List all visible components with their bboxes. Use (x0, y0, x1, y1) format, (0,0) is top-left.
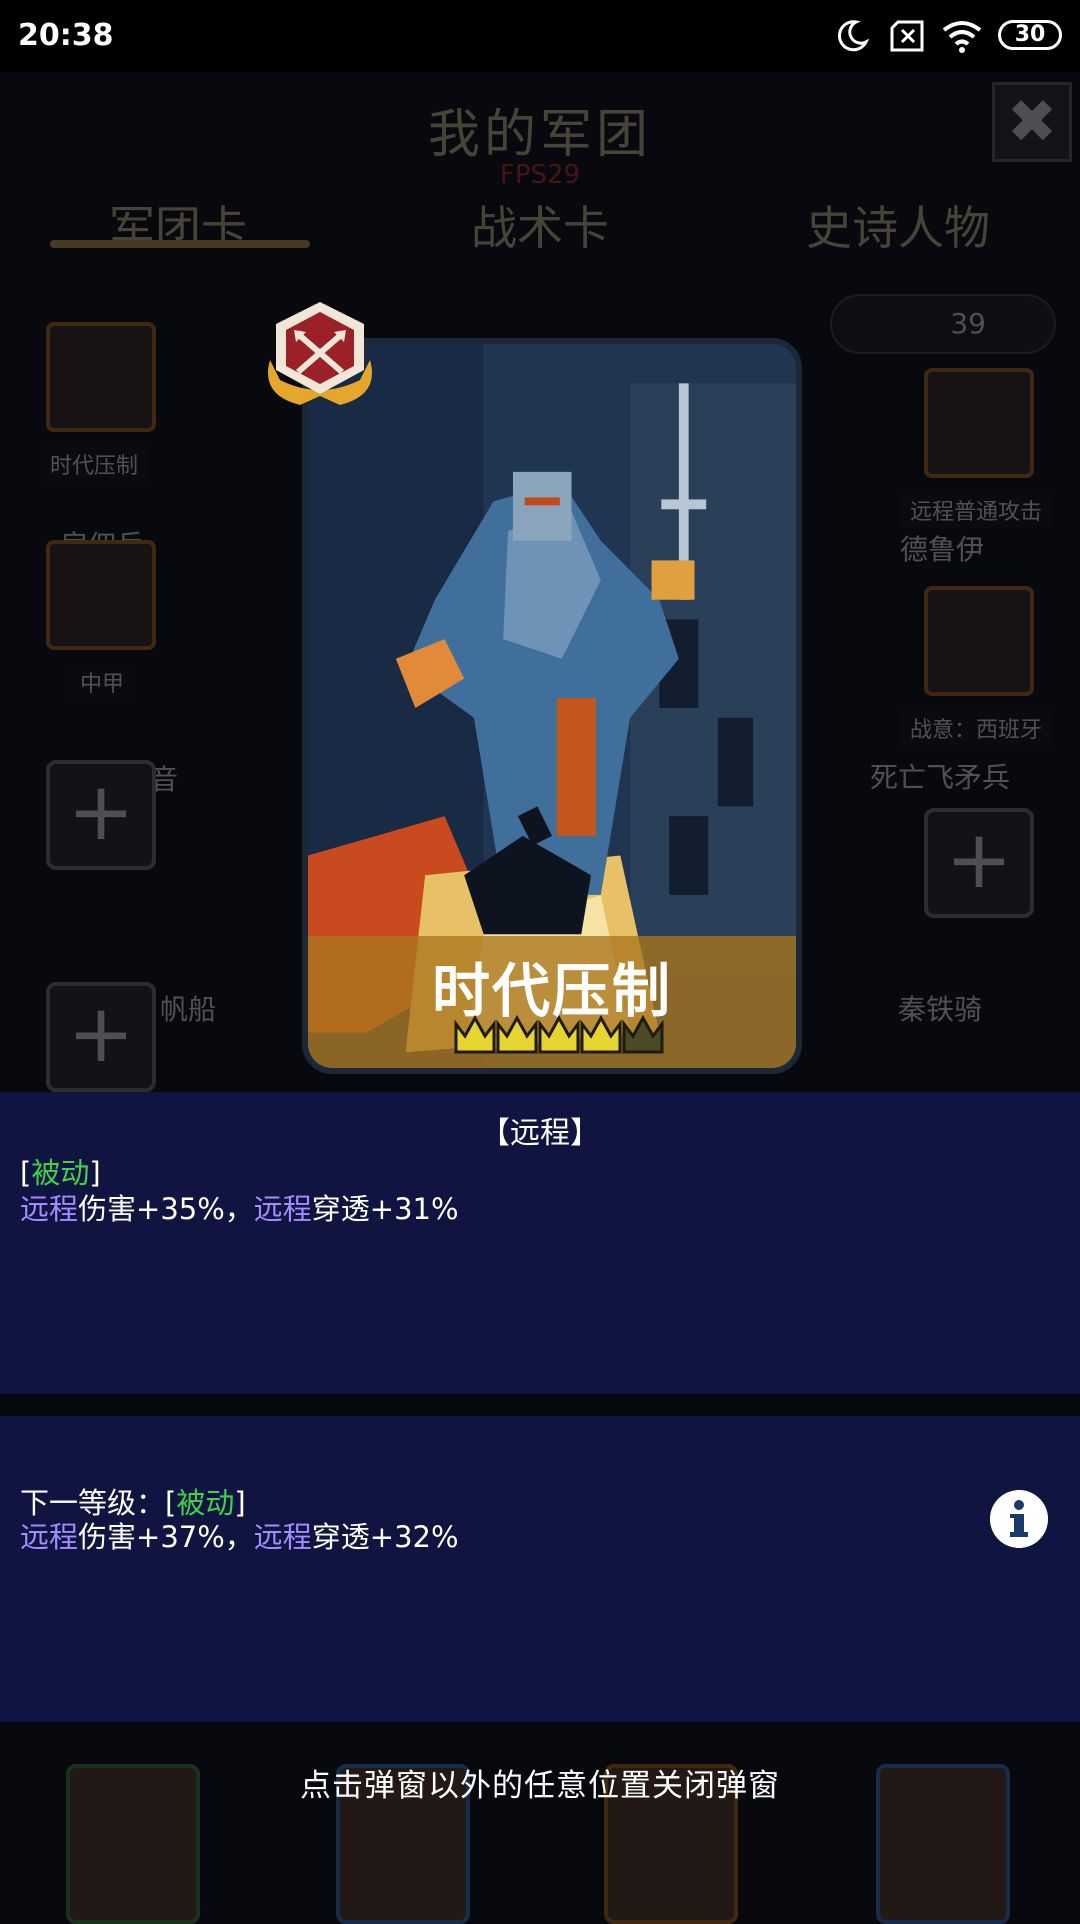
crown-filled-icon (580, 1014, 622, 1054)
card-detail: 时代压制 (302, 338, 802, 1074)
slot-label: 德鲁伊 (900, 533, 985, 566)
moon-icon (837, 20, 870, 52)
crown-filled-icon (538, 1014, 580, 1054)
slot-label: 帆船 (160, 993, 217, 1026)
add-slot-button[interactable]: + (46, 760, 156, 870)
fps-counter: FPS29 (499, 160, 581, 190)
slot-label: 秦铁骑 (898, 993, 983, 1026)
keyword-ranged: 远程 (20, 1192, 79, 1226)
bracket-open: [ (20, 1156, 32, 1190)
battery-icon: 30 (998, 20, 1062, 50)
slot-tag: 远程普通攻击 (900, 492, 1053, 528)
card-slot[interactable] (924, 586, 1034, 696)
close-hint: 点击弹窗以外的任意位置关闭弹窗 (300, 1768, 780, 1804)
info-icon[interactable] (990, 1490, 1048, 1548)
crown-empty-icon (622, 1014, 664, 1054)
card-slot[interactable] (924, 368, 1034, 478)
crown-filled-icon (454, 1014, 496, 1054)
next-effect-line: 远程伤害+37%，远程穿透+32% (20, 1514, 459, 1556)
slot-tag: 时代压制 (40, 446, 149, 482)
slot-tag: 战意：西班牙 (900, 710, 1053, 746)
effect-text: 穿透+31% (311, 1192, 459, 1226)
slot-tag: 中甲 (70, 664, 135, 700)
crown-filled-icon (496, 1014, 538, 1054)
tab-underline (50, 240, 310, 248)
keyword-ranged: 远程 (253, 1520, 312, 1554)
wifi-icon (942, 21, 982, 53)
tab-epic-characters[interactable]: 史诗人物 (738, 192, 1058, 258)
add-slot-button[interactable]: + (924, 808, 1034, 918)
slot-label: 死亡飞矛兵 (870, 761, 1011, 794)
close-icon[interactable]: ✖ (992, 82, 1072, 162)
page-title: 我的军团 (427, 105, 652, 165)
tab-legion-cards[interactable]: 军团卡 (18, 192, 338, 258)
ranged-type-badge-icon (268, 302, 372, 405)
sim-off-icon (890, 20, 924, 52)
card-type-label: 【远程】 (480, 1116, 600, 1151)
current-effect-line: 远程伤害+35%，远程穿透+31% (20, 1186, 459, 1228)
bracket-close: ] (89, 1156, 101, 1190)
star-rating (454, 1014, 664, 1054)
tab-tactic-cards[interactable]: 战术卡 (380, 192, 700, 258)
card-slot[interactable] (46, 540, 156, 650)
effect-text: 伤害+35%， (78, 1192, 254, 1226)
resource-counter: 39 (830, 294, 1056, 354)
status-time: 20:38 (18, 18, 114, 53)
keyword-ranged: 远程 (20, 1520, 79, 1554)
keyword-ranged: 远程 (253, 1192, 312, 1226)
effect-text: 穿透+32% (311, 1520, 459, 1554)
passive-tag: 被动 (31, 1156, 90, 1190)
next-level-panel (0, 1416, 1080, 1722)
card-slot[interactable] (46, 322, 156, 432)
add-slot-button[interactable]: + (46, 982, 156, 1092)
effect-text: 伤害+37%， (78, 1520, 254, 1554)
